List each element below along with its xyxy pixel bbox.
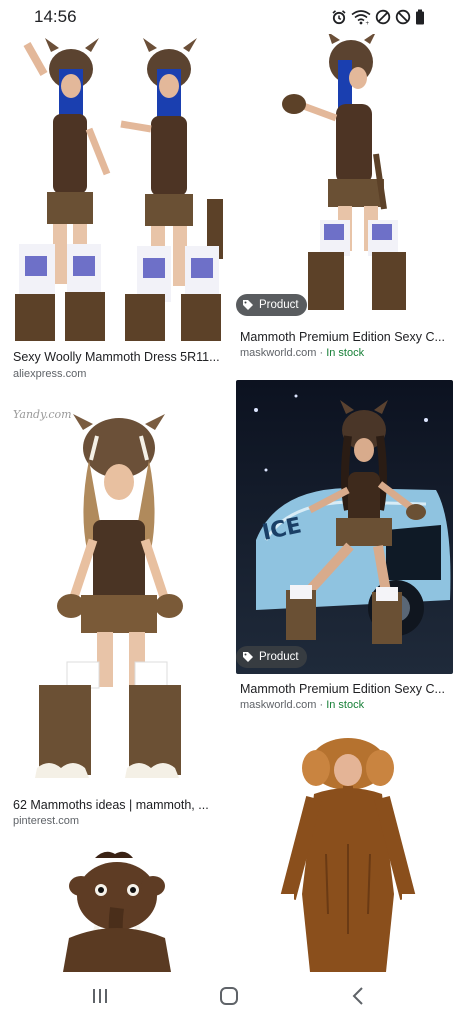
result-source-line[interactable]: maskworld.com · In stock <box>240 699 364 711</box>
result-image[interactable] <box>9 848 227 972</box>
recent-apps-icon <box>91 988 109 1009</box>
product-badge-label: Product <box>259 299 299 311</box>
status-bar: 14:56 + <box>0 0 461 34</box>
tag-icon <box>242 299 254 311</box>
result-source: maskworld.com <box>240 699 317 711</box>
wifi-icon: + <box>351 9 371 25</box>
status-time: 14:56 <box>34 7 77 26</box>
result-card[interactable]: ICE Product Mammoth Premium Edition Sexy… <box>236 380 453 720</box>
back-icon <box>351 986 365 1011</box>
product-badge: Product <box>236 646 307 668</box>
result-title[interactable]: Mammoth Premium Edition Sexy C... <box>240 682 449 696</box>
result-title[interactable]: Mammoth Premium Edition Sexy C... <box>240 330 449 344</box>
stock-status: In stock <box>326 347 365 359</box>
watermark-logo: Yandy.com <box>13 408 72 421</box>
status-icons: + <box>331 8 425 26</box>
svg-text:+: + <box>366 21 370 25</box>
result-card[interactable]: Yandy.com 62 Mammoths ideas | mammoth, .… <box>9 400 227 834</box>
image-results-grid[interactable]: Sexy Woolly Mammoth Dress 5R11... aliexp… <box>0 34 461 972</box>
result-card[interactable] <box>236 734 453 972</box>
result-image[interactable]: Product <box>236 34 453 322</box>
stock-status: In stock <box>326 699 365 711</box>
source-separator: · <box>316 699 327 711</box>
alarm-icon <box>331 9 347 25</box>
result-card[interactable] <box>9 848 227 972</box>
result-title[interactable]: 62 Mammoths ideas | mammoth, ... <box>13 798 223 812</box>
result-card[interactable]: Sexy Woolly Mammoth Dress 5R11... aliexp… <box>9 34 227 394</box>
result-image[interactable] <box>9 34 227 341</box>
product-badge: Product <box>236 294 307 316</box>
result-image[interactable]: ICE Product <box>236 380 453 674</box>
back-button[interactable] <box>338 984 378 1012</box>
result-source[interactable]: pinterest.com <box>13 815 79 827</box>
product-badge-label: Product <box>259 651 299 663</box>
home-button[interactable] <box>209 984 249 1012</box>
battery-icon <box>415 9 425 25</box>
result-image[interactable] <box>236 734 453 972</box>
result-source: maskworld.com <box>240 347 317 359</box>
recent-apps-button[interactable] <box>80 984 120 1012</box>
source-separator: · <box>316 347 327 359</box>
system-nav-bar <box>0 972 461 1024</box>
result-image[interactable]: Yandy.com <box>9 400 227 792</box>
dnd-icon <box>375 9 391 25</box>
result-source-line[interactable]: maskworld.com · In stock <box>240 347 364 359</box>
result-source[interactable]: aliexpress.com <box>13 368 86 380</box>
home-icon <box>219 986 239 1011</box>
result-title[interactable]: Sexy Woolly Mammoth Dress 5R11... <box>13 350 223 364</box>
blocked-icon <box>395 9 411 25</box>
tag-icon <box>242 651 254 663</box>
result-card[interactable]: Product Mammoth Premium Edition Sexy C..… <box>236 34 453 372</box>
